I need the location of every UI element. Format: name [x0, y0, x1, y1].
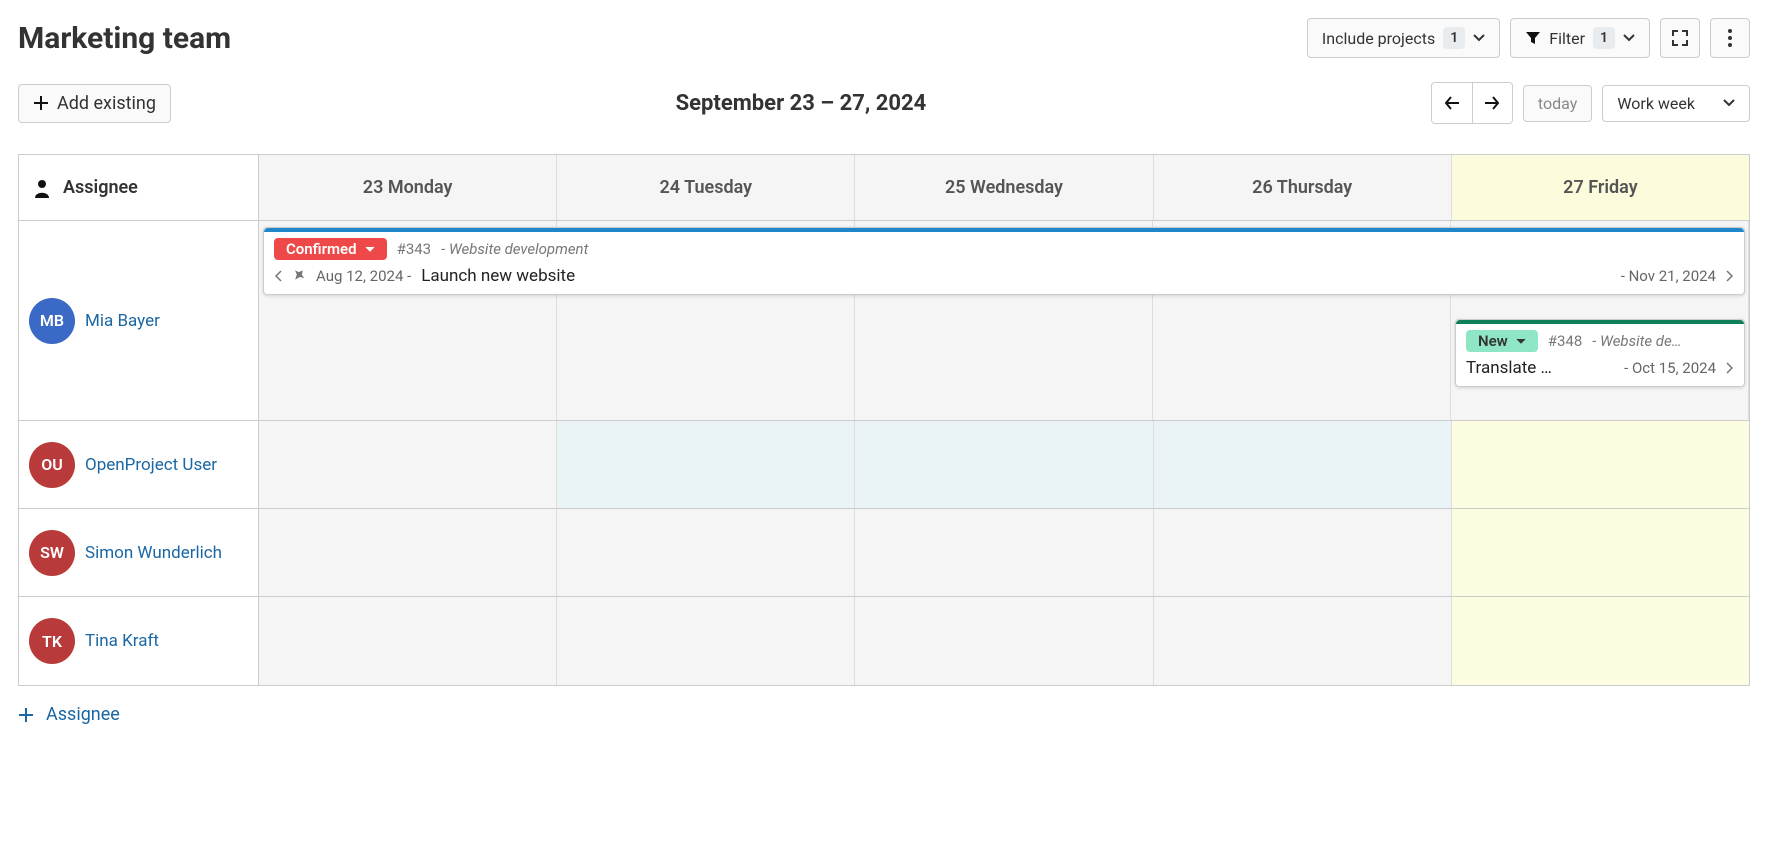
- person-icon: [33, 178, 51, 198]
- chevron-down-icon: [365, 246, 375, 253]
- chevron-down-icon: [1623, 34, 1635, 42]
- arrow-right-icon: [1484, 96, 1500, 110]
- avatar: OU: [29, 442, 75, 488]
- work-package-id: #348: [1548, 332, 1583, 350]
- day-cell[interactable]: [855, 421, 1153, 508]
- status-pill[interactable]: Confirmed: [274, 238, 387, 260]
- include-projects-dropdown[interactable]: Include projects 1: [1307, 18, 1500, 58]
- status-label: Confirmed: [286, 240, 357, 258]
- chevron-down-icon: [1516, 338, 1526, 345]
- planner-header-row: Assignee 23 Monday 24 Tuesday 25 Wednesd…: [19, 155, 1749, 221]
- assignee-row: TK Tina Kraft: [19, 597, 1749, 685]
- assignee-column-header: Assignee: [19, 155, 259, 220]
- date-range: September 23 – 27, 2024: [171, 91, 1431, 116]
- day-cell[interactable]: [557, 421, 855, 508]
- work-package-title: Translate …: [1466, 358, 1552, 378]
- add-assignee-label: Assignee: [46, 704, 120, 725]
- end-date: - Nov 21, 2024: [1621, 267, 1716, 285]
- day-col-header: 23 Monday: [259, 155, 557, 220]
- filter-label: Filter: [1549, 29, 1585, 48]
- project-name: - Website de…: [1592, 332, 1681, 350]
- work-package-title: Launch new website: [421, 266, 575, 286]
- pin-icon: [292, 267, 306, 286]
- assignee-name[interactable]: Mia Bayer: [85, 311, 160, 331]
- day-cell[interactable]: [1154, 509, 1452, 596]
- plus-icon: [33, 95, 49, 111]
- continues-right-icon: [1726, 359, 1734, 378]
- kebab-icon: [1727, 28, 1733, 48]
- continues-right-icon: [1726, 267, 1734, 286]
- include-projects-count: 1: [1443, 27, 1465, 49]
- day-col-header: 24 Tuesday: [557, 155, 855, 220]
- day-cell[interactable]: [1452, 597, 1749, 685]
- day-cell[interactable]: [259, 421, 557, 508]
- expand-icon: [1671, 29, 1689, 47]
- add-assignee-button[interactable]: Assignee: [18, 704, 1750, 725]
- status-label: New: [1478, 332, 1508, 350]
- work-package-card[interactable]: New #348 - Website de… Translate … - Oct…: [1455, 319, 1745, 387]
- page-title: Marketing team: [18, 21, 1307, 56]
- day-cell[interactable]: [557, 509, 855, 596]
- day-cell[interactable]: [259, 509, 557, 596]
- day-cell[interactable]: [259, 597, 557, 685]
- assignee-name[interactable]: OpenProject User: [85, 455, 217, 475]
- day-cell[interactable]: [1452, 509, 1749, 596]
- assignee-row: SW Simon Wunderlich: [19, 509, 1749, 597]
- add-existing-label: Add existing: [57, 93, 156, 114]
- day-cell[interactable]: [557, 597, 855, 685]
- view-select[interactable]: Work week: [1602, 85, 1750, 122]
- day-cell[interactable]: [1452, 421, 1749, 508]
- day-cell[interactable]: [855, 597, 1153, 685]
- add-existing-button[interactable]: Add existing: [18, 84, 171, 123]
- day-col-header: 25 Wednesday: [855, 155, 1153, 220]
- assignee-row: MB Mia Bayer Confirmed #343 - Website de…: [19, 221, 1749, 421]
- include-projects-label: Include projects: [1322, 29, 1435, 48]
- continues-left-icon: [274, 267, 282, 286]
- prev-week-button[interactable]: [1432, 83, 1472, 123]
- assignee-name[interactable]: Tina Kraft: [85, 631, 159, 651]
- day-col-header: 27 Friday: [1452, 155, 1749, 220]
- end-date: - Oct 15, 2024: [1624, 359, 1716, 377]
- planner-grid: Assignee 23 Monday 24 Tuesday 25 Wednesd…: [18, 154, 1750, 686]
- more-menu-button[interactable]: [1710, 18, 1750, 58]
- filter-dropdown[interactable]: Filter 1: [1510, 18, 1650, 58]
- fullscreen-button[interactable]: [1660, 18, 1700, 58]
- day-cell[interactable]: [855, 509, 1153, 596]
- work-package-card[interactable]: Confirmed #343 - Website development Aug…: [263, 227, 1745, 295]
- assignee-row: OU OpenProject User: [19, 421, 1749, 509]
- card-color-bar: [264, 228, 1744, 232]
- today-button[interactable]: today: [1523, 85, 1592, 122]
- avatar: MB: [29, 298, 75, 344]
- work-package-id: #343: [397, 240, 432, 258]
- assignee-name[interactable]: Simon Wunderlich: [85, 543, 222, 563]
- next-week-button[interactable]: [1472, 83, 1512, 123]
- view-label: Work week: [1617, 94, 1695, 113]
- status-pill[interactable]: New: [1466, 330, 1538, 352]
- card-color-bar: [1456, 320, 1744, 324]
- project-name: - Website development: [441, 240, 588, 258]
- plus-icon: [18, 707, 34, 723]
- avatar: SW: [29, 530, 75, 576]
- chevron-down-icon: [1723, 99, 1735, 107]
- start-date: Aug 12, 2024 -: [316, 267, 411, 285]
- filter-count: 1: [1593, 27, 1615, 49]
- arrow-left-icon: [1444, 96, 1460, 110]
- assignee-label: Assignee: [63, 177, 138, 198]
- chevron-down-icon: [1473, 34, 1485, 42]
- day-col-header: 26 Thursday: [1154, 155, 1452, 220]
- today-label: today: [1538, 94, 1577, 113]
- filter-icon: [1525, 30, 1541, 46]
- avatar: TK: [29, 618, 75, 664]
- day-cell[interactable]: [1154, 421, 1452, 508]
- day-cell[interactable]: [1154, 597, 1452, 685]
